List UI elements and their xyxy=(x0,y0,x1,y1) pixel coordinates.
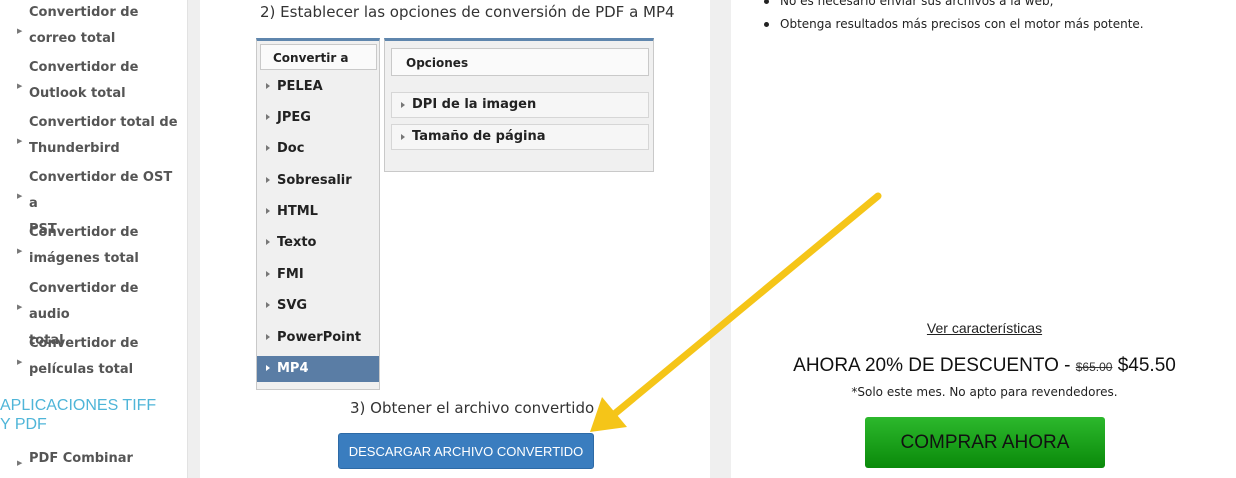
heading-line: Y PDF xyxy=(0,416,47,433)
format-label: PELEA xyxy=(277,79,323,94)
format-label: Sobresalir xyxy=(277,173,352,188)
sidebar-item-line: Convertidor de xyxy=(29,336,139,351)
step3-title: 3) Obtener el archivo convertido xyxy=(350,399,595,417)
feature-item: No es necesario enviar sus archivos a la… xyxy=(764,0,1054,8)
options-panel: Opciones DPI de la imagen Tamaño de pági… xyxy=(384,38,654,172)
sidebar-item-outlook-total[interactable]: ▶ Convertidor de Outlook total xyxy=(17,55,179,107)
caret-right-icon xyxy=(401,102,405,108)
option-page-size[interactable]: Tamaño de página xyxy=(391,124,649,150)
format-item-fmi[interactable]: FMI xyxy=(257,262,379,288)
format-item-sobresalir[interactable]: Sobresalir xyxy=(257,168,379,194)
sidebar: ▶ Convertidor de correo total ▶ Converti… xyxy=(0,0,188,478)
bullet-icon: ▶ xyxy=(17,459,23,467)
sidebar-item-line: Convertidor de xyxy=(29,60,139,75)
bullet-icon: ▶ xyxy=(17,137,23,145)
sidebar-item-imagenes-total[interactable]: ▶ Convertidor de imágenes total xyxy=(17,220,179,272)
sidebar-item-line: correo total xyxy=(29,31,116,46)
sidebar-item-line: Convertidor de xyxy=(29,225,139,240)
caret-right-icon xyxy=(266,271,270,277)
sidebar-item-pdf-combinar[interactable]: ▶ PDF Combinar xyxy=(17,446,179,472)
sidebar-item-correo-total[interactable]: ▶ Convertidor de correo total xyxy=(17,0,179,52)
caret-right-icon xyxy=(266,365,270,371)
format-item-pelea[interactable]: PELEA xyxy=(257,74,379,100)
discount-text: AHORA 20% DE DESCUENTO - xyxy=(793,355,1071,376)
format-label: Texto xyxy=(277,235,317,250)
new-price: $45.50 xyxy=(1117,355,1176,376)
caret-right-icon xyxy=(266,145,270,151)
caret-right-icon xyxy=(266,114,270,120)
format-item-svg[interactable]: SVG xyxy=(257,293,379,319)
old-price: $65.00 xyxy=(1075,360,1113,374)
sidebar-section-heading[interactable]: APLICACIONES TIFF Y PDF xyxy=(0,396,175,434)
bullet-icon: ▶ xyxy=(17,192,23,200)
price-line: AHORA 20% DE DESCUENTO - $65.00 $45.50 xyxy=(731,355,1236,377)
format-label: SVG xyxy=(277,298,308,313)
option-label: DPI de la imagen xyxy=(412,97,537,112)
bullet-icon xyxy=(764,22,769,27)
caret-right-icon xyxy=(266,334,270,340)
purchase-panel: No es necesario enviar sus archivos a la… xyxy=(731,0,1236,478)
bullet-icon xyxy=(764,0,769,4)
caret-right-icon xyxy=(266,302,270,308)
bullet-icon: ▶ xyxy=(17,247,23,255)
sidebar-item-thunderbird[interactable]: ▶ Convertidor total de Thunderbird xyxy=(17,110,179,162)
format-label: Doc xyxy=(277,141,305,156)
option-dpi[interactable]: DPI de la imagen xyxy=(391,92,649,118)
format-label: FMI xyxy=(277,267,304,282)
sidebar-item-line: imágenes total xyxy=(29,251,139,266)
conversion-panel: 2) Establecer las opciones de conversión… xyxy=(200,0,710,478)
feature-item: Obtenga resultados más precisos con el m… xyxy=(764,17,1144,31)
sidebar-item-line: Convertidor de OST a xyxy=(29,170,173,211)
format-list: Convertir a PELEA JPEG Doc Sobresalir HT… xyxy=(256,38,380,390)
sidebar-item-line: PDF Combinar xyxy=(29,451,133,466)
option-label: Tamaño de página xyxy=(412,129,546,144)
bullet-icon: ▶ xyxy=(17,27,23,35)
format-label: MP4 xyxy=(277,361,309,376)
caret-right-icon xyxy=(266,177,270,183)
see-features-link[interactable]: Ver características xyxy=(731,320,1236,336)
sidebar-item-line: Outlook total xyxy=(29,86,126,101)
download-converted-button[interactable]: DESCARGAR ARCHIVO CONVERTIDO xyxy=(338,433,594,469)
format-item-mp4[interactable]: MP4 xyxy=(257,356,379,382)
page: ▶ Convertidor de correo total ▶ Converti… xyxy=(0,0,1236,478)
format-label: PowerPoint xyxy=(277,330,362,345)
caret-right-icon xyxy=(266,83,270,89)
format-item-html[interactable]: HTML xyxy=(257,199,379,225)
format-label: JPEG xyxy=(277,110,311,125)
caret-right-icon xyxy=(266,239,270,245)
offer-note: *Solo este mes. No apto para revendedore… xyxy=(851,385,1118,399)
caret-right-icon xyxy=(401,134,405,140)
format-item-jpeg[interactable]: JPEG xyxy=(257,105,379,131)
format-item-texto[interactable]: Texto xyxy=(257,230,379,256)
sidebar-item-line: Convertidor de xyxy=(29,5,139,20)
format-label: HTML xyxy=(277,204,318,219)
step2-title: 2) Establecer las opciones de conversión… xyxy=(260,3,675,21)
buy-now-button[interactable]: COMPRAR AHORA xyxy=(865,417,1105,468)
heading-line: APLICACIONES TIFF xyxy=(0,397,157,414)
format-list-header: Convertir a xyxy=(260,44,377,70)
format-item-doc[interactable]: Doc xyxy=(257,136,379,162)
sidebar-item-line: Convertidor de audio xyxy=(29,281,139,322)
bullet-icon: ▶ xyxy=(17,358,23,366)
options-header: Opciones xyxy=(391,48,649,76)
bullet-icon: ▶ xyxy=(17,82,23,90)
format-item-powerpoint[interactable]: PowerPoint xyxy=(257,325,379,351)
feature-text: No es necesario enviar sus archivos a la… xyxy=(780,0,1054,8)
sidebar-item-line: películas total xyxy=(29,362,134,377)
caret-right-icon xyxy=(266,208,270,214)
sidebar-item-line: Convertidor total de xyxy=(29,115,178,130)
feature-text: Obtenga resultados más precisos con el m… xyxy=(780,17,1144,31)
sidebar-item-peliculas-total[interactable]: ▶ Convertidor de películas total xyxy=(17,331,179,383)
bullet-icon: ▶ xyxy=(17,303,23,311)
sidebar-item-line: Thunderbird xyxy=(29,141,120,156)
